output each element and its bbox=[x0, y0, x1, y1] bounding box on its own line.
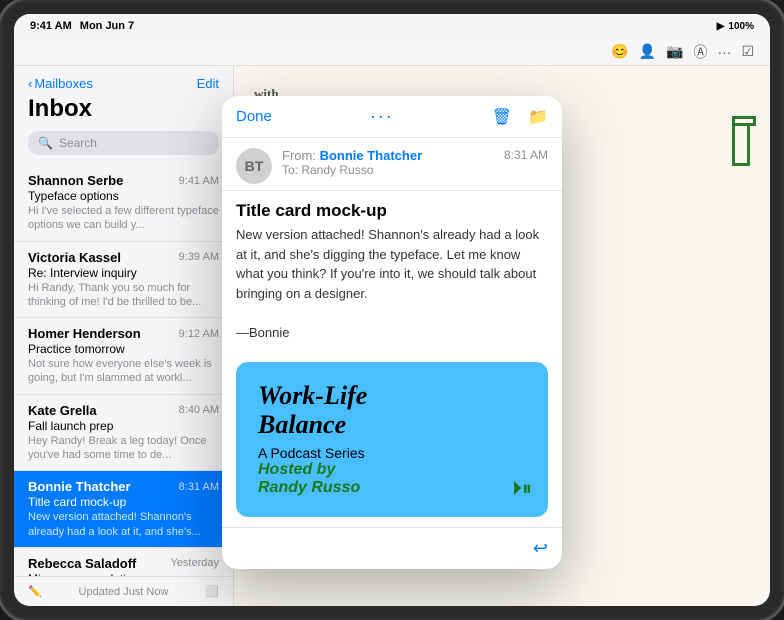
check-icon[interactable]: ☑ bbox=[741, 43, 754, 60]
sender-name: Kate Grella bbox=[28, 403, 97, 418]
compose-icon[interactable]: ✏️ bbox=[28, 585, 42, 598]
mail-subject: Typeface options bbox=[28, 189, 219, 203]
updated-label: Updated Just Now bbox=[79, 586, 169, 598]
mail-item[interactable]: Victoria Kassel 9:39 AM Re: Interview in… bbox=[14, 242, 233, 319]
mail-list: Shannon Serbe 9:41 AM Typeface options H… bbox=[14, 165, 233, 576]
to-label: To: bbox=[282, 163, 301, 177]
done-button[interactable]: Done bbox=[236, 108, 272, 125]
mail-time: Yesterday bbox=[170, 557, 219, 569]
reply-icon[interactable]: ↩ bbox=[533, 538, 548, 559]
from-label: From: bbox=[282, 148, 320, 163]
battery-label: 100% bbox=[728, 21, 754, 32]
mail-preview: Hey Randy! Break a leg today! Once you'v… bbox=[28, 434, 219, 463]
mail-preview: Not sure how everyone else's week is goi… bbox=[28, 357, 219, 386]
mail-footer: ✏️ Updated Just Now ⬜ bbox=[14, 576, 233, 606]
mail-subject: Fall launch prep bbox=[28, 419, 219, 433]
status-bar: 9:41 AM Mon Jun 7 ▶ 100% bbox=[14, 14, 770, 38]
sender-name: Bonnie Thatcher bbox=[28, 479, 131, 494]
email-subject: Title card mock-up bbox=[222, 191, 562, 225]
mail-item[interactable]: Shannon Serbe 9:41 AM Typeface options H… bbox=[14, 165, 233, 242]
modal-bottom-bar: ↩ bbox=[222, 527, 562, 569]
top-icon-bar: 😊 👤 📷 Ⓐ ··· ☑ bbox=[14, 38, 770, 66]
trash-icon[interactable]: 🗑 bbox=[492, 107, 512, 127]
mail-preview: Hi I've selected a few different typefac… bbox=[28, 204, 219, 233]
sender-avatar: BT bbox=[236, 148, 272, 184]
mail-item[interactable]: Homer Henderson 9:12 AM Practice tomorro… bbox=[14, 318, 233, 395]
mailboxes-nav: ‹ Mailboxes Edit bbox=[28, 76, 219, 91]
mail-time: 9:41 AM bbox=[179, 175, 219, 187]
play-pause-icon[interactable]: ⏵⏸ bbox=[512, 478, 532, 501]
mail-sidebar: ‹ Mailboxes Edit Inbox 🔍 Search bbox=[14, 66, 234, 606]
filter-icon[interactable]: ⬜ bbox=[205, 585, 219, 598]
ipad-screen: 9:41 AM Mon Jun 7 ▶ 100% 😊 👤 📷 Ⓐ ··· ☑ bbox=[14, 14, 770, 606]
from-name: Bonnie Thatcher bbox=[320, 148, 423, 163]
status-date: Mon Jun 7 bbox=[80, 20, 134, 32]
search-bar[interactable]: 🔍 Search bbox=[28, 131, 219, 155]
mail-item[interactable]: Kate Grella 8:40 AM Fall launch prep Hey… bbox=[14, 395, 233, 472]
ipad-frame: 9:41 AM Mon Jun 7 ▶ 100% 😊 👤 📷 Ⓐ ··· ☑ bbox=[0, 0, 784, 620]
status-left: 9:41 AM Mon Jun 7 bbox=[30, 20, 134, 32]
person-icon[interactable]: 👤 bbox=[639, 43, 656, 60]
emoji-icon[interactable]: 😊 bbox=[611, 43, 628, 60]
camera-icon[interactable]: 📷 bbox=[666, 43, 683, 60]
podcast-title: Work-LifeBalance bbox=[258, 382, 526, 439]
mail-subject: Mic recommendations bbox=[28, 572, 219, 576]
bg-chair-icon bbox=[732, 126, 750, 166]
sender-name: Homer Henderson bbox=[28, 326, 141, 341]
mail-subject: Practice tomorrow bbox=[28, 342, 219, 356]
sender-name: Shannon Serbe bbox=[28, 173, 123, 188]
mail-time: 9:12 AM bbox=[179, 328, 219, 340]
mail-subject: Re: Interview inquiry bbox=[28, 266, 219, 280]
search-icon: 🔍 bbox=[38, 136, 53, 150]
podcast-subtitle: A Podcast Series bbox=[258, 445, 526, 461]
status-right: ▶ 100% bbox=[717, 21, 754, 32]
mail-time: 8:40 AM bbox=[179, 404, 219, 416]
mail-item[interactable]: Rebecca Saladoff Yesterday Mic recommend… bbox=[14, 548, 233, 576]
podcast-host-name: Randy Russo bbox=[258, 479, 360, 496]
email-received-time: 8:31 AM bbox=[504, 148, 548, 162]
modal-action-icons: 🗑 📁 bbox=[492, 107, 548, 127]
sender-name: Rebecca Saladoff bbox=[28, 556, 136, 571]
modal-dots-icon[interactable]: ··· bbox=[370, 106, 394, 127]
status-time: 9:41 AM bbox=[30, 20, 72, 32]
email-body: New version attached! Shannon's already … bbox=[222, 225, 562, 352]
mailboxes-back-button[interactable]: ‹ Mailboxes bbox=[28, 76, 93, 91]
inbox-title: Inbox bbox=[28, 95, 219, 123]
at-icon[interactable]: Ⓐ bbox=[693, 42, 707, 62]
mail-preview: New version attached! Shannon's already … bbox=[28, 510, 219, 539]
modal-toolbar: Done ··· 🗑 📁 bbox=[222, 96, 562, 138]
main-area: ‹ Mailboxes Edit Inbox 🔍 Search bbox=[14, 66, 770, 606]
email-signature: —Bonnie bbox=[236, 325, 289, 340]
sender-name: Victoria Kassel bbox=[28, 250, 121, 265]
to-line: To: Randy Russo bbox=[282, 163, 494, 177]
podcast-hosted-by: Hosted by Randy Russo bbox=[258, 461, 526, 497]
hosted-by-label: Hosted by bbox=[258, 461, 335, 478]
mail-subject: Title card mock-up bbox=[28, 495, 219, 509]
search-placeholder: Search bbox=[59, 136, 97, 150]
from-line: From: Bonnie Thatcher bbox=[282, 148, 494, 163]
folder-icon[interactable]: 📁 bbox=[528, 107, 548, 127]
chevron-left-icon: ‹ bbox=[28, 76, 32, 91]
mail-preview: Hi Randy, Thank you so much for thinking… bbox=[28, 281, 219, 310]
mailboxes-label: Mailboxes bbox=[34, 76, 93, 91]
email-body-text: New version attached! Shannon's already … bbox=[236, 227, 539, 301]
mail-time: 8:31 AM bbox=[179, 481, 219, 493]
to-name: Randy Russo bbox=[301, 163, 373, 177]
email-from-bar: BT From: Bonnie Thatcher To: Randy Russo… bbox=[222, 138, 562, 191]
mail-header: ‹ Mailboxes Edit Inbox 🔍 Search bbox=[14, 66, 233, 165]
mail-time: 9:39 AM bbox=[179, 251, 219, 263]
email-modal: Done ··· 🗑 📁 BT From: Bonnie Thatcher bbox=[222, 96, 562, 569]
podcast-card: Work-LifeBalance A Podcast Series Hosted… bbox=[236, 362, 548, 517]
dots-icon[interactable]: ··· bbox=[717, 44, 731, 60]
from-details: From: Bonnie Thatcher To: Randy Russo bbox=[282, 148, 494, 177]
wifi-icon: ▶ bbox=[717, 21, 725, 32]
mail-item-selected[interactable]: Bonnie Thatcher 8:31 AM Title card mock-… bbox=[14, 471, 233, 548]
edit-button[interactable]: Edit bbox=[197, 76, 219, 91]
